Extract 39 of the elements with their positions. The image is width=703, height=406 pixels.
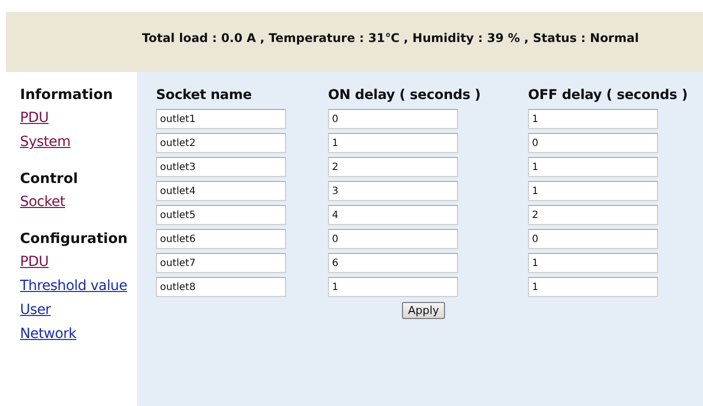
nav-link[interactable]: Network [20,326,76,342]
nav-link[interactable]: System [20,134,70,150]
input-field[interactable]: 1 [528,157,658,177]
input-field[interactable]: 0 [328,229,458,249]
input-field[interactable]: outlet6 [156,229,286,249]
input-field[interactable]: 1 [528,109,658,129]
input-field[interactable]: 3 [328,181,458,201]
nav-link[interactable]: PDU [20,110,49,126]
input-field[interactable]: outlet3 [156,157,286,177]
nav-link[interactable]: Threshold value [20,278,128,294]
nav-link[interactable]: PDU [20,254,49,270]
input-field[interactable]: 1 [528,277,658,297]
input-field[interactable]: outlet4 [156,181,286,201]
section-heading: Information [20,86,114,105]
input-field[interactable]: 6 [328,253,458,273]
input-field[interactable]: 1 [328,277,458,297]
input-field[interactable]: 0 [528,229,658,249]
input-field[interactable]: outlet1 [156,109,286,129]
input-field[interactable]: 4 [328,205,458,225]
input-field[interactable]: outlet8 [156,277,286,297]
nav-link[interactable]: User [20,302,51,318]
section-heading: Configuration [20,230,129,249]
input-field[interactable]: 0 [528,133,658,153]
section-heading: Control [20,170,79,189]
apply-button[interactable]: Apply [402,302,446,319]
input-field[interactable]: outlet2 [156,133,286,153]
input-field[interactable]: outlet7 [156,253,286,273]
status-text: Total load : 0.0 A , Temperature : 31℃ , Humidity : 39 % , Status : Normal [142,31,639,45]
input-field[interactable]: outlet5 [156,205,286,225]
input-field[interactable]: 2 [528,205,658,225]
column-header: ON delay ( seconds ) [328,86,481,105]
nav-link[interactable]: Socket [20,194,66,210]
input-field[interactable]: 2 [328,157,458,177]
input-field[interactable]: 0 [328,109,458,129]
input-field[interactable]: 1 [528,253,658,273]
input-field[interactable]: 1 [528,181,658,201]
input-field[interactable]: 1 [328,133,458,153]
column-header: Socket name [156,86,252,105]
column-header: OFF delay ( seconds ) [528,86,688,105]
